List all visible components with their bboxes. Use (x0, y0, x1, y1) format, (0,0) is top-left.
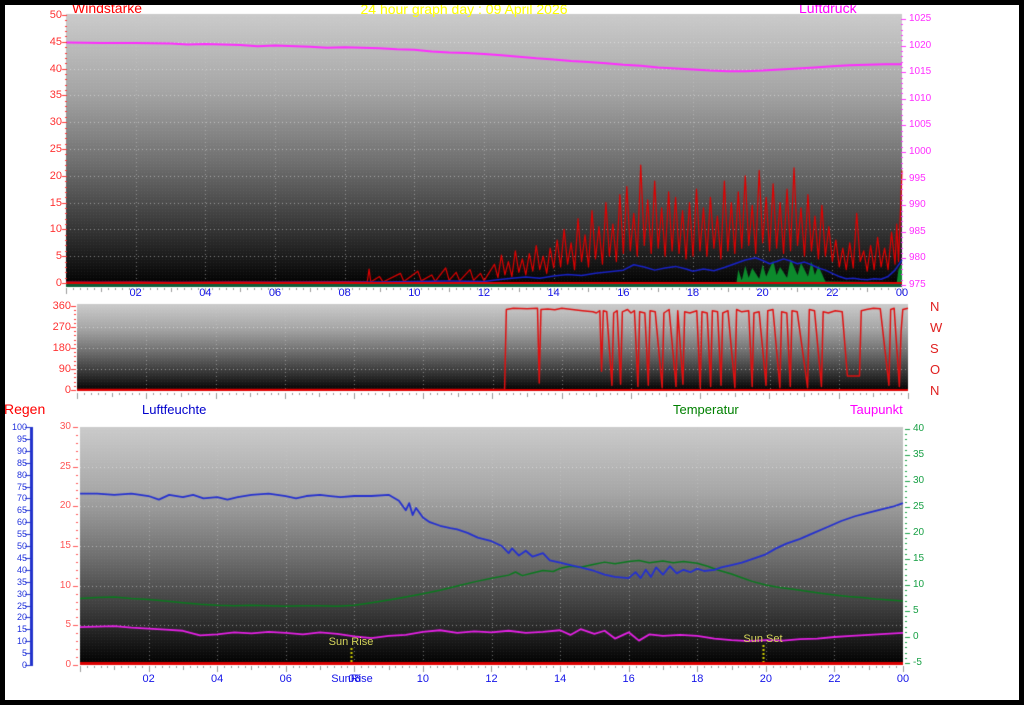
weather-graph-window: Windstärke 24 hour graph day : 09 April … (0, 0, 1024, 705)
weather-graph-canvas (0, 0, 1024, 705)
